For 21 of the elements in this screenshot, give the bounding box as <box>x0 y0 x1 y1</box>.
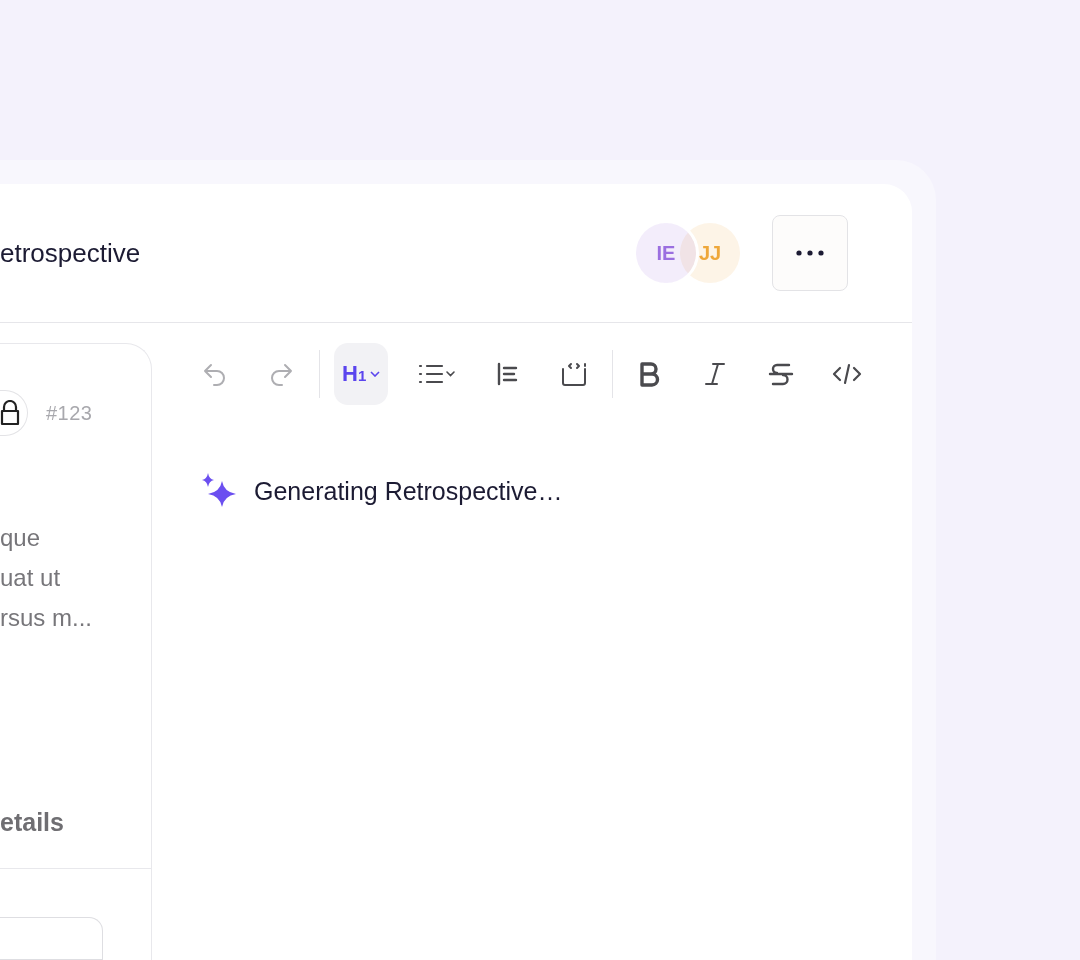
user-avatar[interactable]: IE <box>636 223 696 283</box>
section-heading: etails <box>0 808 65 836</box>
italic-icon <box>704 361 727 387</box>
list-icon <box>418 363 457 385</box>
lock-button[interactable] <box>0 390 28 436</box>
description-text: rsus m... <box>0 603 93 633</box>
status-message: Generating Retrospective… <box>254 476 563 506</box>
bold-icon <box>638 361 661 387</box>
redo-icon <box>268 362 294 386</box>
issue-number: #123 <box>46 401 93 425</box>
caret-icon <box>370 371 381 377</box>
description-text: uat ut <box>0 563 62 593</box>
code-block-icon <box>560 361 589 387</box>
document-title: etrospective <box>0 237 142 269</box>
lock-icon <box>0 400 20 426</box>
undo-icon <box>202 362 228 386</box>
input-field[interactable] <box>0 917 103 960</box>
more-icon <box>796 250 824 256</box>
strikethrough-icon <box>768 361 795 387</box>
code-icon <box>832 362 863 386</box>
description-text: que <box>0 523 42 553</box>
